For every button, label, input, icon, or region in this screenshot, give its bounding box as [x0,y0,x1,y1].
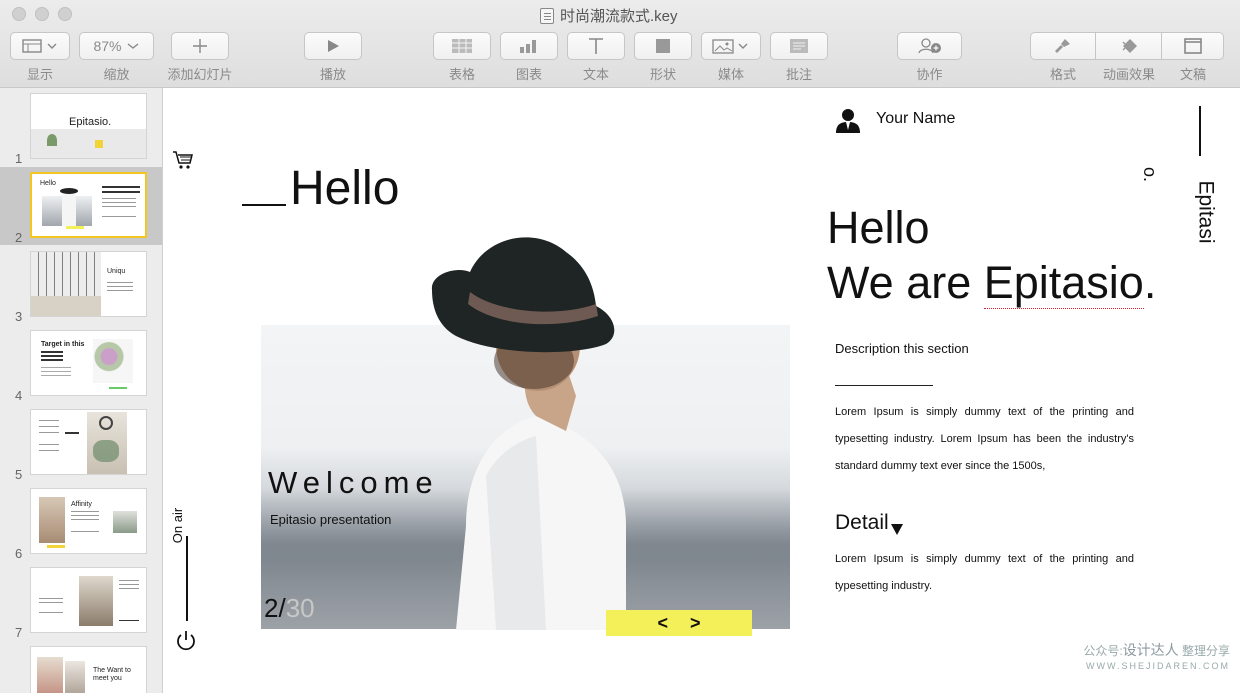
document-icon [1183,38,1202,54]
comment-icon [790,39,808,53]
on-air-label: On air [170,507,186,544]
collaborate-icon [917,38,941,54]
presentation-subtitle: Epitasio presentation [270,512,392,527]
comment-control[interactable]: 批注 [770,32,828,83]
description-heading: Description this section [835,341,969,356]
shape-button[interactable] [634,32,692,60]
slide-thumbnail-4[interactable]: Target in this 4 [0,325,162,403]
inspector-segment: 格式 动画效果 文稿 [1030,32,1224,83]
slide-thumbnail-7[interactable]: 7 [0,562,162,640]
man-in-hat-figure [431,237,626,630]
media-control[interactable]: 媒体 [701,32,761,83]
shape-icon [656,39,670,53]
table-button[interactable] [433,32,491,60]
close-window-button[interactable] [12,7,26,21]
brand-line [1199,106,1201,156]
slide-hello-title: Hello [242,161,399,216]
chevron-down-icon [127,43,138,49]
slide-preview: Affinity [30,488,147,554]
view-control[interactable]: 显示 [10,32,70,83]
keynote-document-icon [540,7,554,24]
media-icon [712,39,748,54]
slide-preview [30,409,147,475]
author-name: Your Name [876,110,956,127]
collaborate-button[interactable] [897,32,962,60]
pointer-triangle-icon [891,524,903,535]
zoom-control[interactable]: 87% 缩放 [79,32,154,83]
slide-thumbnail-5[interactable]: 5 [0,404,162,482]
zoom-window-button[interactable] [58,7,72,21]
view-button[interactable] [10,32,70,60]
slide-nav-bar: < > [606,610,752,636]
media-button[interactable] [701,32,761,60]
table-control[interactable]: 表格 [433,32,491,83]
page-counter: 2/30 [264,593,315,623]
zoom-select[interactable]: 87% [79,32,154,60]
slide-navigator: Epitasio. 1 Hello 2 Uniqu 3 Target in th… [0,88,163,693]
play-button[interactable] [304,32,362,60]
window-title: 时尚潮流款式.key [540,5,678,26]
slide-preview: Epitasio. [30,93,147,159]
document-button[interactable] [1162,32,1224,60]
view-icon [22,39,57,53]
paintbrush-icon [1055,39,1070,53]
slide-thumbnail-8[interactable]: The Want to meet you 8 [0,641,162,693]
text-button[interactable] [567,32,625,60]
animate-icon [1122,39,1137,53]
slide-thumbnail-6[interactable]: Affinity 6 [0,483,162,561]
welcome-heading: Welcome [268,465,439,500]
on-air-line [186,536,188,621]
animate-button[interactable] [1096,32,1162,60]
user-icon [836,109,860,133]
main-headline: Hello We are Epitasio. [827,202,1157,309]
shopping-cart-icon [173,151,193,169]
power-icon [177,631,195,651]
keynote-window: 时尚潮流款式.key 显示 87% 缩放 添加幻灯片 播放 表格 图表 文本 形… [0,0,1240,693]
collaborate-control[interactable]: 协作 [897,32,962,83]
comment-button[interactable] [770,32,828,60]
chart-control[interactable]: 图表 [500,32,558,83]
text-control[interactable]: 文本 [567,32,625,83]
play-icon [328,40,339,52]
watermark: 公众号:设计达人 整理分享 WWW.SHEJIDAREN.COM [1083,642,1230,671]
next-arrow-button[interactable]: > [690,613,701,634]
text-icon [589,38,603,54]
chart-icon [520,40,536,53]
title-dash [242,204,286,206]
chart-button[interactable] [500,32,558,60]
slide-thumbnail-3[interactable]: Uniqu 3 [0,246,162,324]
play-control[interactable]: 播放 [304,32,362,83]
format-button[interactable] [1030,32,1096,60]
shape-control[interactable]: 形状 [634,32,692,83]
slide-canvas[interactable]: Hello Welcome Epitasio presentation 2/30… [164,88,1240,693]
detail-heading: Detail [835,511,889,534]
detail-paragraph: Lorem Ipsum is simply dummy text of the … [835,553,1134,592]
toolbar: 时尚潮流款式.key 显示 87% 缩放 添加幻灯片 播放 表格 图表 文本 形… [0,0,1240,88]
slide-preview [30,567,147,633]
divider [835,385,933,386]
slide-preview: The Want to meet you [30,646,147,693]
vertical-brand: o. Epitasi [1140,100,1218,250]
minimize-window-button[interactable] [35,7,49,21]
slide-preview: Uniqu [30,251,147,317]
plus-icon [193,39,207,53]
slide-preview: Hello [30,172,147,238]
add-slide-control[interactable]: 添加幻灯片 [167,32,233,83]
prev-arrow-button[interactable]: < [657,613,668,634]
table-icon [452,39,472,53]
description-paragraph: Lorem Ipsum is simply dummy text of the … [835,406,1134,472]
slide-thumbnail-1[interactable]: Epitasio. 1 [0,88,162,166]
add-slide-button[interactable] [171,32,229,60]
slide-preview: Target in this [30,330,147,396]
slide-thumbnail-2[interactable]: Hello 2 [0,167,162,245]
